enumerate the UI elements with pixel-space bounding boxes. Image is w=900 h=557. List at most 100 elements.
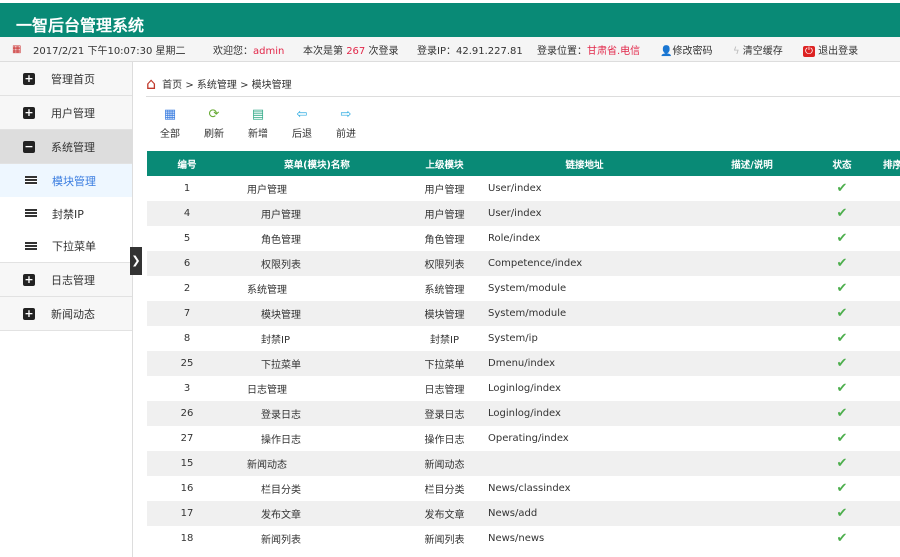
info-bar: ▦ 2017/2/21 下午10:07:30 星期二 欢迎您：admin 本次是… bbox=[0, 37, 900, 62]
calendar-icon: ▦ bbox=[12, 43, 22, 55]
sidebar-group-news[interactable]: + 新闻动态 bbox=[0, 297, 132, 331]
change-password-label: 修改密码 bbox=[672, 45, 713, 57]
status-check-icon: ✔ bbox=[817, 401, 867, 426]
lightning-icon: ϟ bbox=[733, 45, 740, 57]
sidebar-item-label: 下拉菜单 bbox=[52, 240, 96, 253]
status-check-icon: ✔ bbox=[817, 301, 867, 326]
cell-parent: 模块管理 bbox=[407, 301, 482, 326]
refresh-button[interactable]: ⟳ 刷新 bbox=[192, 108, 236, 141]
sidebar-group-home[interactable]: + 管理首页 bbox=[0, 62, 132, 96]
back-label: 后退 bbox=[292, 129, 312, 140]
status-check-icon: ✔ bbox=[836, 531, 848, 546]
table-row[interactable]: 25 下拉菜单 下拉菜单 Dmenu/index ✔ 4 bbox=[147, 351, 900, 376]
logout-link[interactable]: ⏻ 退出登录 bbox=[803, 42, 858, 57]
cell-parent: 用户管理 bbox=[407, 201, 482, 226]
sidebar: + 管理首页 + 用户管理 − 系统管理 模块管理 封禁IP 下拉菜单 + 日志管理 +… bbox=[0, 62, 133, 557]
user-key-icon: 👤 bbox=[660, 45, 673, 57]
login-ip: 登录IP：42.91.227.81 bbox=[417, 45, 523, 57]
sidebar-item-label: 封禁IP bbox=[52, 207, 84, 221]
sidebar-group-label: 管理首页 bbox=[51, 72, 95, 86]
table-row[interactable]: 4 用户管理 用户管理 User/index ✔ 0 bbox=[147, 201, 900, 226]
cell-parent: 日志管理 bbox=[424, 385, 465, 396]
cell-id: 26 bbox=[147, 401, 227, 426]
cell-sort: 1 bbox=[867, 226, 900, 251]
username: admin bbox=[253, 45, 285, 57]
divider bbox=[146, 96, 900, 97]
cell-sort: 4 bbox=[867, 451, 900, 476]
table-row[interactable]: 27 操作日志 操作日志 Operating/index ✔ 1 bbox=[147, 426, 900, 451]
sidebar-item-ban-ip[interactable]: 封禁IP bbox=[0, 197, 132, 230]
sidebar-group-label: 系统管理 bbox=[51, 140, 95, 154]
cell-parent: 系统管理 bbox=[424, 285, 465, 296]
table-row[interactable]: 3 日志管理 日志管理 Loginlog/index ✔ 2 bbox=[147, 376, 900, 401]
add-label: 新增 bbox=[248, 129, 268, 140]
all-button[interactable]: ▦ 全部 bbox=[148, 108, 192, 141]
sidebar-item-modules[interactable]: 模块管理 bbox=[0, 164, 132, 197]
cell-link: Competence/index bbox=[482, 251, 687, 276]
cell-name: 角色管理 bbox=[261, 235, 301, 246]
status-check-icon: ✔ bbox=[836, 331, 848, 346]
cell-desc bbox=[687, 401, 817, 426]
cell-link: Operating/index bbox=[488, 433, 569, 444]
sidebar-group-users[interactable]: + 用户管理 bbox=[0, 96, 132, 130]
table-row[interactable]: 7 模块管理 模块管理 System/module ✔ 2 bbox=[147, 301, 900, 326]
back-icon: ⇦ bbox=[296, 107, 308, 122]
sidebar-group-logs[interactable]: + 日志管理 bbox=[0, 263, 132, 297]
cell-id: 5 bbox=[183, 233, 191, 244]
module-table: 编号 菜单(模块)名称 上级模块 链接地址 描述/说明 状态 排序 1 用户管理… bbox=[147, 151, 900, 551]
cell-id: 25 bbox=[147, 351, 227, 376]
status-check-icon: ✔ bbox=[836, 431, 848, 446]
cell-parent: 栏目分类 bbox=[424, 485, 465, 496]
list-icon bbox=[25, 176, 37, 185]
cell-sort: 0 bbox=[867, 401, 900, 426]
cell-parent: 封禁IP bbox=[430, 335, 459, 346]
cell-desc bbox=[687, 276, 817, 301]
col-status: 状态 bbox=[817, 151, 867, 176]
cell-parent: 角色管理 bbox=[424, 235, 465, 246]
status-check-icon: ✔ bbox=[836, 481, 848, 496]
cell-parent: 发布文章 bbox=[407, 501, 482, 526]
cell-desc bbox=[687, 351, 817, 376]
table-row[interactable]: 26 登录日志 登录日志 Loginlog/index ✔ 0 bbox=[147, 401, 900, 426]
cell-link: System/module bbox=[482, 301, 687, 326]
cell-id: 15 bbox=[147, 451, 227, 476]
table-row[interactable]: 6 权限列表 权限列表 Competence/index ✔ 2 bbox=[147, 251, 900, 276]
back-button[interactable]: ⇦ 后退 bbox=[280, 107, 324, 141]
refresh-label: 刷新 bbox=[204, 129, 224, 140]
table-row[interactable]: 5 角色管理 角色管理 Role/index ✔ 1 bbox=[147, 226, 900, 251]
list-icon bbox=[25, 209, 37, 218]
forward-label: 前进 bbox=[336, 129, 356, 140]
table-row[interactable]: 2 系统管理 系统管理 System/module ✔ 1 bbox=[147, 276, 900, 301]
add-button[interactable]: ▤ 新增 bbox=[236, 107, 280, 141]
clear-cache-link[interactable]: ϟ 清空缓存 bbox=[733, 42, 783, 57]
table-row[interactable]: 16 栏目分类 栏目分类 News/classindex ✔ 0 bbox=[147, 476, 900, 501]
cell-sort: 0 bbox=[867, 201, 900, 226]
sidebar-item-dropdown[interactable]: 下拉菜单 bbox=[0, 230, 132, 263]
status-check-icon: ✔ bbox=[817, 501, 867, 526]
plus-icon: + bbox=[23, 306, 35, 320]
cell-desc bbox=[687, 526, 817, 551]
status-check-icon: ✔ bbox=[836, 231, 848, 246]
table-row[interactable]: 15 新闻动态 新闻动态 ✔ 4 bbox=[147, 451, 900, 476]
cell-name: 栏目分类 bbox=[261, 485, 301, 496]
cell-name: 用户管理 bbox=[227, 201, 407, 226]
cell-link: Loginlog/index bbox=[482, 401, 687, 426]
table-row[interactable]: 1 用户管理 用户管理 User/index ✔ 1 bbox=[147, 176, 900, 201]
sidebar-group-label: 用户管理 bbox=[51, 106, 95, 120]
col-desc: 描述/说明 bbox=[687, 151, 817, 176]
add-doc-icon: ▤ bbox=[251, 107, 265, 122]
cell-parent: 新闻动态 bbox=[407, 451, 482, 476]
change-password-link[interactable]: 👤修改密码 bbox=[660, 42, 712, 57]
cell-link: Role/index bbox=[488, 233, 541, 244]
login-prefix: 本次是第 bbox=[303, 45, 343, 57]
status-check-icon: ✔ bbox=[817, 351, 867, 376]
cell-link: News/add bbox=[482, 501, 687, 526]
table-row[interactable]: 18 新闻列表 新闻列表 News/news ✔ 2 bbox=[147, 526, 900, 551]
login-count: 267 bbox=[346, 45, 366, 57]
sidebar-group-system[interactable]: − 系统管理 bbox=[0, 130, 132, 164]
table-row[interactable]: 8 封禁IP 封禁IP System/ip ✔ 3 bbox=[147, 326, 900, 351]
forward-button[interactable]: ⇨ 前进 bbox=[324, 108, 368, 141]
cell-id: 7 bbox=[147, 301, 227, 326]
col-id: 编号 bbox=[147, 151, 227, 176]
table-row[interactable]: 17 发布文章 发布文章 News/add ✔ 1 bbox=[147, 501, 900, 526]
